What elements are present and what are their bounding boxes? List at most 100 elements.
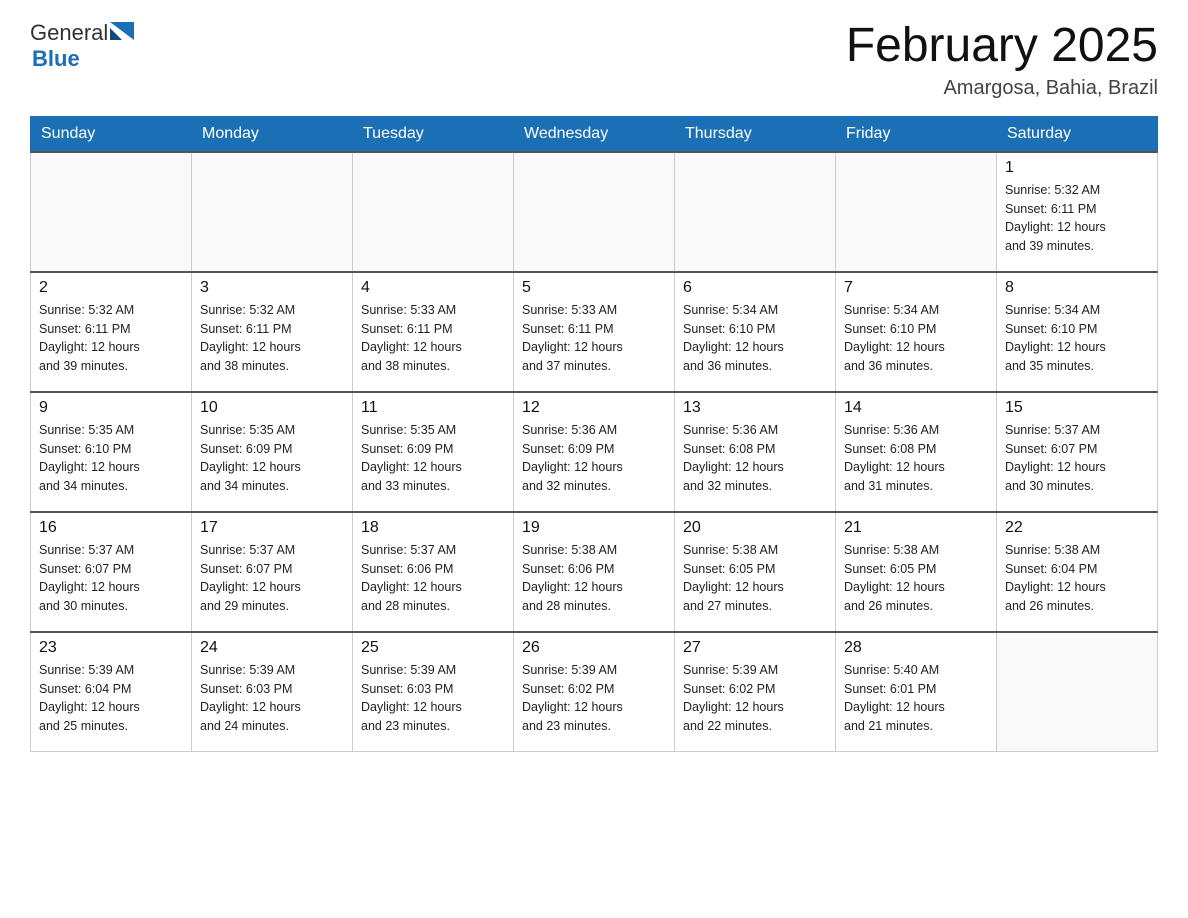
- calendar-cell-week5-day4: 27 Sunrise: 5:39 AM Sunset: 6:02 PM Dayli…: [675, 632, 836, 752]
- month-year-title: February 2025: [846, 20, 1158, 73]
- logo-icon: [110, 22, 134, 46]
- day-info: Sunrise: 5:37 AM Sunset: 6:07 PM Dayligh…: [200, 541, 344, 616]
- calendar-cell-week4-day0: 16Sunrise: 5:37 AM Sunset: 6:07 PM Dayli…: [31, 512, 192, 632]
- day-info: Sunrise: 5:40 AM Sunset: 6:01 PM Dayligh…: [844, 661, 988, 736]
- day-info: Sunrise: 5:38 AM Sunset: 6:05 PM Dayligh…: [683, 541, 827, 616]
- day-number: 20: [683, 519, 827, 537]
- calendar-cell-week3-day6: 15 Sunrise: 5:37 AM Sunset: 6:07 PM Dayli…: [997, 392, 1158, 512]
- week-row-3: 9Sunrise: 5:35 AM Sunset: 6:10 PM Daylig…: [31, 392, 1158, 512]
- calendar-cell-week1-day5: [836, 152, 997, 272]
- title-block: February 2025 Amargosa, Bahia, Brazil: [846, 20, 1158, 100]
- calendar-cell-week3-day2: 11 Sunrise: 5:35 AM Sunset: 6:09 PM Dayli…: [353, 392, 514, 512]
- day-info: Sunrise: 5:37 AM Sunset: 6:06 PM Dayligh…: [361, 541, 505, 616]
- calendar-table: Sunday Monday Tuesday Wednesday Thursday…: [30, 116, 1158, 753]
- day-info: Sunrise: 5:33 AM Sunset: 6:11 PM Dayligh…: [522, 301, 666, 376]
- day-info: Sunrise: 5:38 AM Sunset: 6:04 PM Dayligh…: [1005, 541, 1149, 616]
- day-number: 9: [39, 399, 183, 417]
- calendar-cell-week1-day0: [31, 152, 192, 272]
- location-subtitle: Amargosa, Bahia, Brazil: [846, 77, 1158, 100]
- calendar-cell-week2-day3: 5 Sunrise: 5:33 AM Sunset: 6:11 PM Daylig…: [514, 272, 675, 392]
- day-number: 19: [522, 519, 666, 537]
- day-number: 15: [1005, 399, 1149, 417]
- day-info: Sunrise: 5:37 AM Sunset: 6:07 PM Dayligh…: [1005, 421, 1149, 496]
- day-number: 8: [1005, 279, 1149, 297]
- logo-blue-text: Blue: [30, 46, 134, 72]
- day-number: 5: [522, 279, 666, 297]
- day-number: 17: [200, 519, 344, 537]
- col-header-sunday: Sunday: [31, 116, 192, 152]
- calendar-cell-week3-day0: 9Sunrise: 5:35 AM Sunset: 6:10 PM Daylig…: [31, 392, 192, 512]
- calendar-cell-week5-day3: 26 Sunrise: 5:39 AM Sunset: 6:02 PM Dayli…: [514, 632, 675, 752]
- day-info: Sunrise: 5:34 AM Sunset: 6:10 PM Dayligh…: [1005, 301, 1149, 376]
- calendar-cell-week3-day5: 14Sunrise: 5:36 AM Sunset: 6:08 PM Dayli…: [836, 392, 997, 512]
- day-number: 4: [361, 279, 505, 297]
- day-info: Sunrise: 5:39 AM Sunset: 6:04 PM Dayligh…: [39, 661, 183, 736]
- page-header: General Blue February 2025 Amargosa, Bah…: [30, 20, 1158, 100]
- day-info: Sunrise: 5:36 AM Sunset: 6:09 PM Dayligh…: [522, 421, 666, 496]
- day-info: Sunrise: 5:39 AM Sunset: 6:02 PM Dayligh…: [522, 661, 666, 736]
- day-info: Sunrise: 5:33 AM Sunset: 6:11 PM Dayligh…: [361, 301, 505, 376]
- calendar-cell-week2-day4: 6 Sunrise: 5:34 AM Sunset: 6:10 PM Daylig…: [675, 272, 836, 392]
- day-number: 21: [844, 519, 988, 537]
- calendar-cell-week1-day6: 1 Sunrise: 5:32 AM Sunset: 6:11 PM Daylig…: [997, 152, 1158, 272]
- day-number: 3: [200, 279, 344, 297]
- calendar-cell-week5-day1: 24 Sunrise: 5:39 AM Sunset: 6:03 PM Dayli…: [192, 632, 353, 752]
- week-row-2: 2Sunrise: 5:32 AM Sunset: 6:11 PM Daylig…: [31, 272, 1158, 392]
- day-number: 24: [200, 639, 344, 657]
- calendar-cell-week4-day2: 18 Sunrise: 5:37 AM Sunset: 6:06 PM Dayli…: [353, 512, 514, 632]
- day-number: 25: [361, 639, 505, 657]
- day-number: 22: [1005, 519, 1149, 537]
- week-row-5: 23 Sunrise: 5:39 AM Sunset: 6:04 PM Dayli…: [31, 632, 1158, 752]
- col-header-monday: Monday: [192, 116, 353, 152]
- day-info: Sunrise: 5:35 AM Sunset: 6:09 PM Dayligh…: [200, 421, 344, 496]
- day-number: 6: [683, 279, 827, 297]
- day-number: 23: [39, 639, 183, 657]
- day-info: Sunrise: 5:32 AM Sunset: 6:11 PM Dayligh…: [200, 301, 344, 376]
- calendar-cell-week4-day4: 20 Sunrise: 5:38 AM Sunset: 6:05 PM Dayli…: [675, 512, 836, 632]
- day-number: 28: [844, 639, 988, 657]
- day-number: 16: [39, 519, 183, 537]
- col-header-tuesday: Tuesday: [353, 116, 514, 152]
- day-info: Sunrise: 5:38 AM Sunset: 6:06 PM Dayligh…: [522, 541, 666, 616]
- calendar-cell-week2-day1: 3 Sunrise: 5:32 AM Sunset: 6:11 PM Daylig…: [192, 272, 353, 392]
- day-info: Sunrise: 5:35 AM Sunset: 6:09 PM Dayligh…: [361, 421, 505, 496]
- calendar-cell-week2-day6: 8 Sunrise: 5:34 AM Sunset: 6:10 PM Daylig…: [997, 272, 1158, 392]
- calendar-cell-week5-day6: [997, 632, 1158, 752]
- calendar-cell-week2-day0: 2Sunrise: 5:32 AM Sunset: 6:11 PM Daylig…: [31, 272, 192, 392]
- calendar-cell-week4-day6: 22 Sunrise: 5:38 AM Sunset: 6:04 PM Dayli…: [997, 512, 1158, 632]
- day-info: Sunrise: 5:32 AM Sunset: 6:11 PM Dayligh…: [39, 301, 183, 376]
- day-info: Sunrise: 5:39 AM Sunset: 6:02 PM Dayligh…: [683, 661, 827, 736]
- day-info: Sunrise: 5:38 AM Sunset: 6:05 PM Dayligh…: [844, 541, 988, 616]
- calendar-cell-week2-day2: 4 Sunrise: 5:33 AM Sunset: 6:11 PM Daylig…: [353, 272, 514, 392]
- day-number: 1: [1005, 159, 1149, 177]
- day-info: Sunrise: 5:34 AM Sunset: 6:10 PM Dayligh…: [844, 301, 988, 376]
- day-number: 18: [361, 519, 505, 537]
- day-number: 7: [844, 279, 988, 297]
- col-header-saturday: Saturday: [997, 116, 1158, 152]
- col-header-thursday: Thursday: [675, 116, 836, 152]
- day-info: Sunrise: 5:39 AM Sunset: 6:03 PM Dayligh…: [200, 661, 344, 736]
- calendar-cell-week4-day5: 21 Sunrise: 5:38 AM Sunset: 6:05 PM Dayli…: [836, 512, 997, 632]
- day-info: Sunrise: 5:34 AM Sunset: 6:10 PM Dayligh…: [683, 301, 827, 376]
- col-header-friday: Friday: [836, 116, 997, 152]
- day-number: 27: [683, 639, 827, 657]
- calendar-cell-week3-day4: 13Sunrise: 5:36 AM Sunset: 6:08 PM Dayli…: [675, 392, 836, 512]
- calendar-cell-week1-day1: [192, 152, 353, 272]
- day-info: Sunrise: 5:32 AM Sunset: 6:11 PM Dayligh…: [1005, 181, 1149, 256]
- calendar-cell-week3-day1: 10 Sunrise: 5:35 AM Sunset: 6:09 PM Dayli…: [192, 392, 353, 512]
- calendar-cell-week4-day1: 17 Sunrise: 5:37 AM Sunset: 6:07 PM Dayli…: [192, 512, 353, 632]
- calendar-cell-week2-day5: 7 Sunrise: 5:34 AM Sunset: 6:10 PM Daylig…: [836, 272, 997, 392]
- calendar-cell-week1-day2: [353, 152, 514, 272]
- day-info: Sunrise: 5:39 AM Sunset: 6:03 PM Dayligh…: [361, 661, 505, 736]
- day-number: 26: [522, 639, 666, 657]
- day-number: 13: [683, 399, 827, 417]
- day-number: 11: [361, 399, 505, 417]
- calendar-cell-week4-day3: 19 Sunrise: 5:38 AM Sunset: 6:06 PM Dayli…: [514, 512, 675, 632]
- calendar-cell-week1-day4: [675, 152, 836, 272]
- week-row-4: 16 Sunrise: 5:37 AM Sunset: 6:07 PM Dayli…: [31, 512, 1158, 632]
- calendar-cell-week5-day2: 25 Sunrise: 5:39 AM Sunset: 6:03 PM Dayli…: [353, 632, 514, 752]
- day-number: 14: [844, 399, 988, 417]
- calendar-cell-week1-day3: [514, 152, 675, 272]
- week-row-1: 1 Sunrise: 5:32 AM Sunset: 6:11 PM Daylig…: [31, 152, 1158, 272]
- day-number: 10: [200, 399, 344, 417]
